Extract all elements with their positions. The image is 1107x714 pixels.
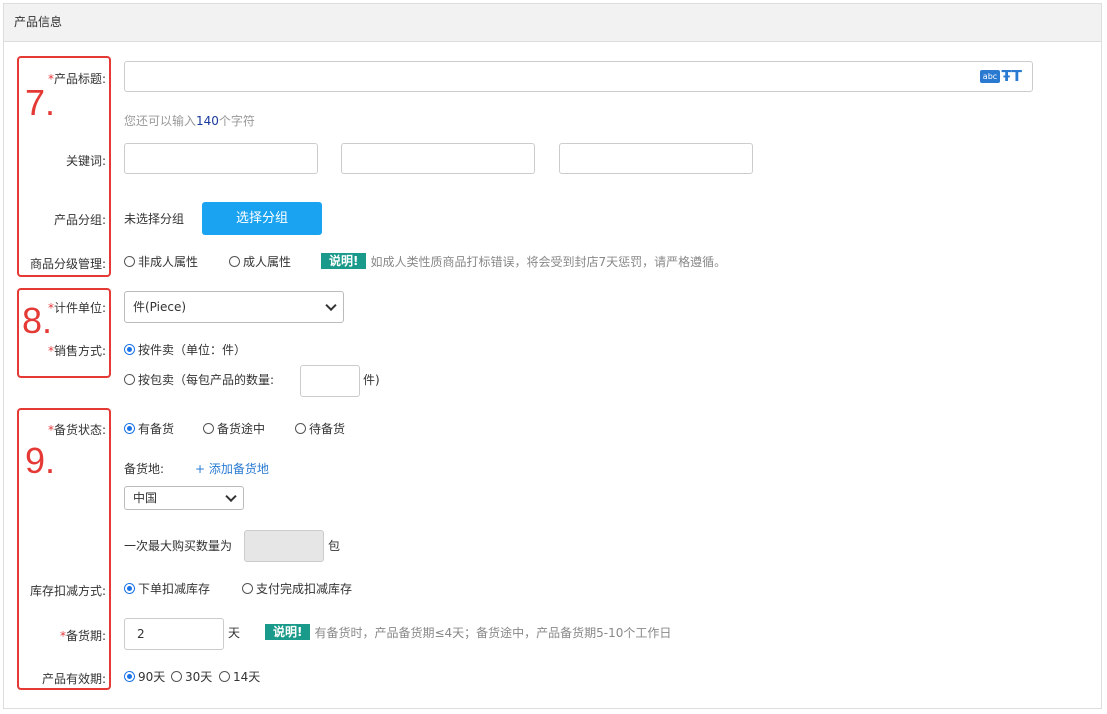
keyword-input-1[interactable] (124, 143, 318, 174)
radio-90-days[interactable]: 90天 (124, 668, 165, 685)
radio-non-adult[interactable]: 非成人属性 (124, 253, 198, 270)
radio-by-pack[interactable]: 按包卖（每包产品的数量: (124, 371, 274, 388)
radio-circle[interactable] (124, 256, 135, 267)
keywords-label: 关键词: (65, 154, 106, 168)
annotation-7: 7. (25, 82, 56, 123)
radio-in-transit[interactable]: 备货途中 (203, 420, 265, 437)
max-buy-prefix: 一次最大购买数量为 (124, 539, 233, 553)
radio-circle[interactable] (219, 671, 230, 682)
title-input[interactable]: abc ŦT (124, 61, 1033, 92)
keyword-input-2[interactable] (341, 143, 535, 174)
annotation-9: 9. (25, 440, 56, 481)
radio-circle-selected[interactable] (124, 344, 135, 355)
radio-by-piece[interactable]: 按件卖（单位：件） (124, 341, 246, 358)
radio-circle[interactable] (124, 374, 135, 385)
unit-select[interactable]: 件(Piece) (124, 291, 344, 323)
title-label: *产品标题: (47, 72, 106, 86)
add-stock-location-link[interactable]: + 添加备货地 (195, 460, 269, 477)
radio-pending-stock[interactable]: 待备货 (295, 420, 345, 437)
rating-label: 商品分级管理: (29, 257, 106, 271)
radio-deduct-on-payment[interactable]: 支付完成扣减库存 (242, 580, 352, 597)
chevron-down-icon (225, 490, 237, 503)
char-count: 140 (196, 114, 219, 128)
section-title: 产品信息 (4, 4, 1101, 42)
radio-in-stock[interactable]: 有备货 (124, 420, 174, 437)
chevron-down-icon (325, 299, 337, 312)
abc-spellcheck-icon[interactable]: abc (980, 70, 1000, 83)
group-label: 产品分组: (53, 213, 106, 227)
lead-time-label: *备货期: (59, 629, 106, 643)
text-format-icon[interactable]: ŦT (1002, 67, 1022, 85)
note-text: 如成人类性质商品打标错误，将会受到封店7天惩罚，请严格遵循。 (370, 255, 727, 269)
radio-circle-selected[interactable] (124, 583, 135, 594)
radio-circle[interactable] (242, 583, 253, 594)
radio-14-days[interactable]: 14天 (219, 668, 260, 685)
radio-circle[interactable] (295, 423, 306, 434)
keyword-input-3[interactable] (559, 143, 753, 174)
stock-location-label: 备货地: (124, 462, 165, 476)
rating-note: 说明! 如成人类性质商品打标错误，将会受到封店7天惩罚，请严格遵循。 (321, 253, 726, 270)
radio-deduct-on-order[interactable]: 下单扣减库存 (124, 580, 210, 597)
radio-circle-selected[interactable] (124, 423, 135, 434)
title-char-hint: 您还可以输入140个字符 (124, 114, 255, 128)
radio-circle-selected[interactable] (124, 671, 135, 682)
unit-label: *计件单位: (47, 301, 106, 315)
max-buy-input (244, 530, 324, 562)
radio-30-days[interactable]: 30天 (171, 668, 212, 685)
radio-adult[interactable]: 成人属性 (229, 253, 291, 270)
note-badge: 说明! (265, 624, 311, 640)
note-text: 有备货时，产品备货期≤4天；备货途中，产品备货期5-10个工作日 (314, 626, 672, 640)
max-buy-suffix: 包 (328, 539, 341, 553)
validity-label: 产品有效期: (41, 672, 106, 686)
pack-unit-suffix: 件) (363, 373, 380, 387)
note-badge: 说明! (321, 253, 367, 269)
inventory-label: 库存扣减方式: (29, 584, 106, 598)
radio-circle[interactable] (229, 256, 240, 267)
sale-label: *销售方式: (47, 344, 106, 358)
lead-time-note: 说明! 有备货时，产品备货期≤4天；备货途中，产品备货期5-10个工作日 (265, 624, 671, 641)
radio-circle[interactable] (203, 423, 214, 434)
group-status: 未选择分组 (124, 212, 185, 226)
pack-quantity-input[interactable] (300, 365, 360, 397)
country-select[interactable]: 中国 (124, 486, 244, 510)
select-group-button[interactable]: 选择分组 (202, 202, 322, 235)
radio-circle[interactable] (171, 671, 182, 682)
lead-time-unit: 天 (228, 626, 241, 640)
lead-time-input[interactable]: 2 (124, 618, 224, 650)
stock-status-label: *备货状态: (47, 423, 106, 437)
